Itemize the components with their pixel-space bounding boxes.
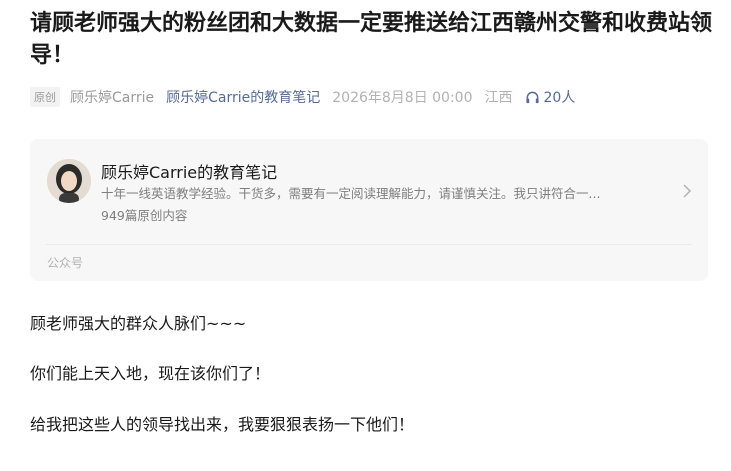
- body-paragraph: 你们能上天入地，现在该你们了！: [30, 364, 271, 383]
- author-name: 顾乐婷Carrie: [70, 90, 155, 106]
- body-paragraph: 给我把这些人的领导找出来，我要狠狠表扬一下他们！: [30, 415, 415, 434]
- listen-count: 20人: [543, 90, 576, 106]
- original-badge: 原创: [30, 87, 60, 107]
- region-label: 江西: [484, 90, 513, 106]
- card-account-name: 顾乐婷Carrie的教育笔记: [101, 163, 278, 182]
- card-footer-label: 公众号: [47, 256, 84, 270]
- card-description: 十年一线英语教学经验。干货多，需要有一定阅读理解能力，请谨慎关注。我只讲符合一.…: [101, 186, 601, 201]
- article-title: 请顾老师强大的粉丝团和大数据一定要推送给江西赣州交警和收费站领导！: [30, 11, 713, 68]
- article-meta: 原创 顾乐婷Carrie 顾乐婷Carrie的教育笔记 2026年8月8日 00…: [30, 86, 575, 108]
- headphones-icon: [525, 91, 539, 103]
- profile-card[interactable]: 顾乐婷Carrie的教育笔记 十年一线英语教学经验。干货多，需要有一定阅读理解能…: [30, 139, 708, 281]
- card-divider: [46, 244, 692, 245]
- body-paragraph: 顾老师强大的群众人脉们~~~: [30, 314, 247, 333]
- listen-button[interactable]: 20人: [525, 87, 576, 107]
- publish-date: 2026年8月8日 00:00: [332, 90, 473, 106]
- avatar: [47, 159, 91, 203]
- account-link[interactable]: 顾乐婷Carrie的教育笔记: [166, 87, 320, 107]
- chevron-right-icon: [683, 184, 692, 198]
- card-article-count: 949篇原创内容: [101, 208, 188, 223]
